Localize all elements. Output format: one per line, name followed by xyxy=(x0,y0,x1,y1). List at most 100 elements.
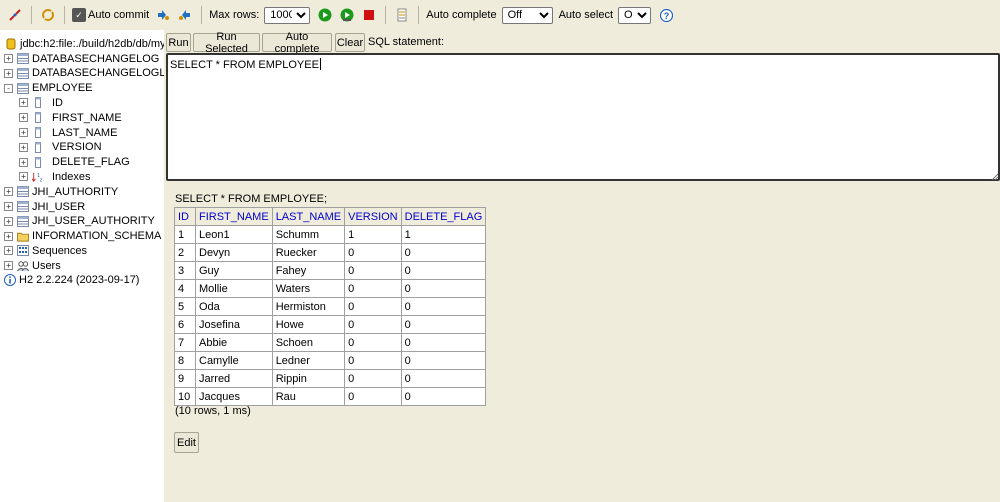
expand-icon[interactable]: + xyxy=(19,142,28,152)
table-cell: Rippin xyxy=(271,369,346,388)
table-cell: 1 xyxy=(344,225,402,244)
version-label: H2 2.2.224 (2023-09-17) xyxy=(19,273,140,286)
tree-item-version[interactable]: + VERSION xyxy=(19,140,102,155)
row-count: (10 rows, 1 ms) xyxy=(175,405,251,417)
auto-complete-select[interactable]: Off xyxy=(501,6,553,24)
stop-icon[interactable] xyxy=(360,6,378,24)
tree-item-label: JHI_AUTHORITY xyxy=(32,185,119,198)
expand-icon[interactable]: + xyxy=(4,54,13,63)
table-body: 1 Leon1 Schumm 1 1 2 Devyn Ruecker 0 0 3 Guy Fahey 0 0… xyxy=(174,225,487,406)
result-query: SELECT * FROM EMPLOYEE; xyxy=(175,193,328,205)
expand-icon[interactable]: + xyxy=(4,231,13,241)
tree-item-last-name[interactable]: + LAST_NAME xyxy=(19,125,117,140)
tree-item-users[interactable]: + Users xyxy=(4,258,61,273)
auto-commit-checkbox[interactable]: ✓ xyxy=(72,8,86,22)
sql-text: SELECT * FROM EMPLOYEE xyxy=(170,59,319,71)
edit-button[interactable]: Edit xyxy=(174,432,199,453)
refresh-icon[interactable] xyxy=(39,6,57,24)
expand-icon[interactable]: + xyxy=(19,128,28,137)
table-icon xyxy=(17,201,29,213)
table-cell: 0 xyxy=(400,243,487,262)
table-cell: 0 xyxy=(400,369,487,388)
expand-icon[interactable]: + xyxy=(4,216,13,226)
expand-icon[interactable]: + xyxy=(19,172,28,182)
expand-icon[interactable]: + xyxy=(4,202,13,211)
tree-item-jhi-authority[interactable]: + JHI_AUTHORITY xyxy=(4,184,118,199)
table-cell: Schoen xyxy=(271,333,346,352)
folder-icon xyxy=(17,230,29,242)
table-cell: Waters xyxy=(271,279,346,298)
run-icon[interactable] xyxy=(316,6,334,24)
auto-commit-label: Auto commit xyxy=(88,9,150,21)
clear-button[interactable]: Clear xyxy=(335,33,365,52)
tree-item-jhi-user-authority[interactable]: + JHI_USER_AUTHORITY xyxy=(4,214,155,229)
help-icon[interactable]: ? xyxy=(657,6,675,24)
column-header-last-name[interactable]: LAST_NAME xyxy=(271,207,346,226)
tree-item-sequences[interactable]: + Sequences xyxy=(4,243,87,258)
tree-item-databasechangeloglock[interactable]: + DATABASECHANGELOGLOCK xyxy=(4,66,164,81)
expand-icon[interactable]: + xyxy=(19,98,28,108)
tree-item-delete-flag[interactable]: + DELETE_FLAG xyxy=(19,155,130,170)
toolbar-separator xyxy=(31,6,32,24)
expand-icon[interactable]: + xyxy=(4,246,13,256)
info-icon xyxy=(4,273,16,286)
expand-icon[interactable]: + xyxy=(4,187,13,197)
table-cell: Howe xyxy=(271,315,346,334)
auto-select-select[interactable]: On xyxy=(618,6,652,24)
tree-item-information-schema[interactable]: + INFORMATION_SCHEMA xyxy=(4,229,161,244)
table-cell: 10 xyxy=(174,387,196,406)
rollback-icon[interactable] xyxy=(176,6,194,24)
table-cell: Devyn xyxy=(195,243,273,262)
table-cell: 9 xyxy=(174,369,196,388)
table-cell: Abbie xyxy=(195,333,273,352)
tree-item-label: VERSION xyxy=(52,141,102,154)
commit-icon[interactable] xyxy=(154,6,172,24)
tree-item-label: Sequences xyxy=(32,244,88,257)
table-header-row: ID FIRST_NAME LAST_NAME VERSION DELETE_FLAG xyxy=(174,207,487,226)
tree-connection[interactable]: jdbc:h2:file:./build/h2db/db/myAp xyxy=(5,36,164,51)
max-rows-label: Max rows: xyxy=(209,9,260,21)
column-header-version[interactable]: VERSION xyxy=(344,207,402,226)
main-panel: Run Run Selected Auto complete Clear SQL… xyxy=(164,30,1000,502)
expand-icon[interactable]: + xyxy=(4,261,13,271)
tree-item-label: LAST_NAME xyxy=(52,126,118,139)
column-header-delete-flag[interactable]: DELETE_FLAG xyxy=(400,207,487,226)
tree-item-label: DATABASECHANGELOG xyxy=(32,52,160,65)
table-row: 3 Guy Fahey 0 0 xyxy=(174,261,487,280)
sql-editor[interactable]: SELECT * FROM EMPLOYEE xyxy=(166,53,1000,181)
table-cell: 0 xyxy=(400,351,487,370)
auto-complete-button[interactable]: Auto complete xyxy=(262,31,332,55)
tree-item-first-name[interactable]: + FIRST_NAME xyxy=(19,110,122,125)
tree-item-jhi-user[interactable]: + JHI_USER xyxy=(4,199,85,214)
table-icon xyxy=(17,186,29,198)
table-cell: Fahey xyxy=(271,261,346,280)
table-cell: 3 xyxy=(174,261,196,280)
expand-icon[interactable]: + xyxy=(4,68,13,78)
table-cell: Ledner xyxy=(271,351,346,370)
expand-icon[interactable]: + xyxy=(19,113,28,123)
tree-item-id[interactable]: + ID xyxy=(19,95,63,110)
history-icon[interactable] xyxy=(393,6,411,24)
toolbar-separator xyxy=(64,6,65,24)
tree-item-databasechangelog[interactable]: + DATABASECHANGELOG xyxy=(4,51,159,66)
run-button[interactable]: Run xyxy=(166,33,191,52)
table-cell: Jacques xyxy=(195,387,273,406)
column-header-first-name[interactable]: FIRST_NAME xyxy=(195,207,273,226)
table-cell: 0 xyxy=(400,297,487,316)
sequences-icon xyxy=(17,245,29,257)
column-header-id[interactable]: ID xyxy=(174,207,196,226)
tree-item-label: DATABASECHANGELOGLOCK xyxy=(32,67,164,80)
tree-item-indexes[interactable]: +1 z Indexes xyxy=(19,169,91,184)
disconnect-icon[interactable] xyxy=(6,6,24,24)
max-rows-select[interactable]: 1000 xyxy=(264,6,311,24)
collapse-icon[interactable]: - xyxy=(4,83,13,93)
tree-item-employee[interactable]: - EMPLOYEE xyxy=(4,81,93,96)
table-cell: 0 xyxy=(344,315,402,334)
table-cell: 0 xyxy=(400,279,487,298)
run-selected-button[interactable]: Run Selected xyxy=(193,31,260,55)
expand-icon[interactable]: + xyxy=(19,157,28,167)
table-cell: Guy xyxy=(195,261,273,280)
table-row: 7 Abbie Schoen 0 0 xyxy=(174,333,487,352)
resize-grip-icon[interactable] xyxy=(990,171,999,181)
run-selected-icon[interactable] xyxy=(338,6,356,24)
